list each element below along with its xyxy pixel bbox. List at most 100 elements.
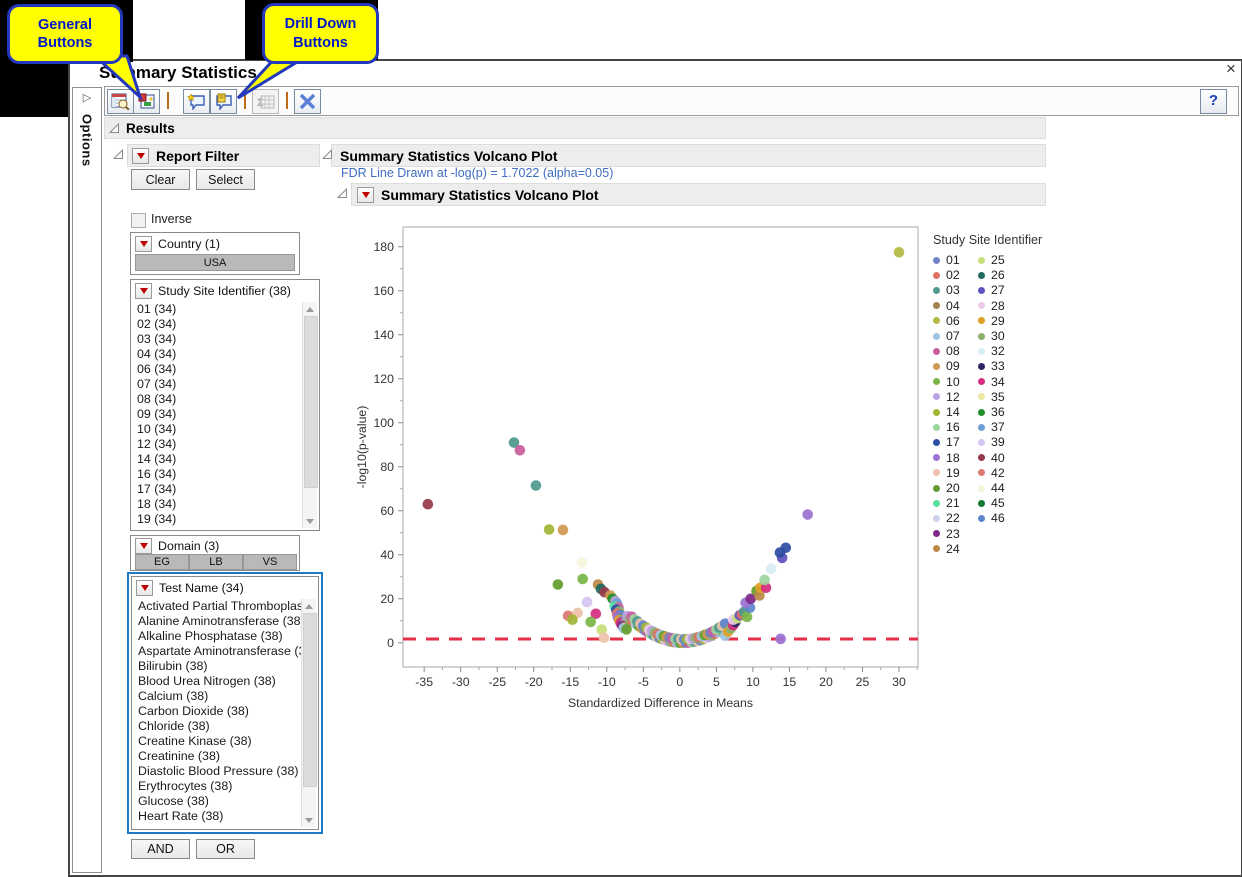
volcano-chart[interactable]: 020406080100120140160180-35-30-25-20-15-… <box>352 215 935 710</box>
volcano-inner-header[interactable]: Summary Statistics Volcano Plot <box>351 183 1046 206</box>
legend-item[interactable]: 18 <box>933 451 960 465</box>
legend-item[interactable]: 19 <box>933 466 960 480</box>
list-item[interactable]: 16 (34) <box>133 467 303 482</box>
data-point[interactable] <box>567 614 578 625</box>
legend-item[interactable]: 07 <box>933 329 960 343</box>
red-triangle-menu-icon[interactable] <box>357 187 374 203</box>
domain-lb-button[interactable]: LB <box>189 554 243 570</box>
legend-item[interactable]: 34 <box>978 375 1005 389</box>
list-item[interactable]: Aspartate Aminotransferase (38) <box>134 644 302 659</box>
or-button[interactable]: OR <box>196 839 255 859</box>
legend-item[interactable]: 16 <box>933 420 960 434</box>
list-item[interactable]: 02 (34) <box>133 317 303 332</box>
data-point[interactable] <box>423 499 434 510</box>
legend-item[interactable]: 27 <box>978 283 1005 297</box>
legend-item[interactable]: 23 <box>933 527 960 541</box>
scroll-up-icon[interactable] <box>302 599 316 613</box>
results-header[interactable]: Results <box>104 117 1046 139</box>
list-item[interactable]: Bilirubin (38) <box>134 659 302 674</box>
test-name-scrollbar[interactable] <box>301 599 316 827</box>
legend-item[interactable]: 37 <box>978 420 1005 434</box>
collapse-icon[interactable] <box>113 149 124 160</box>
list-item[interactable]: Creatinine (38) <box>134 749 302 764</box>
legend-item[interactable]: 06 <box>933 314 960 328</box>
legend-item[interactable]: 02 <box>933 268 960 282</box>
legend-item[interactable]: 42 <box>978 466 1005 480</box>
data-point[interactable] <box>775 634 786 645</box>
list-item[interactable]: 08 (34) <box>133 392 303 407</box>
legend-item[interactable]: 44 <box>978 481 1005 495</box>
legend-item[interactable]: 22 <box>933 511 960 525</box>
list-item[interactable]: Diastolic Blood Pressure (38) <box>134 764 302 779</box>
close-icon[interactable]: × <box>1221 59 1241 79</box>
data-point[interactable] <box>577 557 588 568</box>
data-point[interactable] <box>766 564 777 575</box>
scroll-up-icon[interactable] <box>303 302 317 316</box>
legend-item[interactable]: 04 <box>933 299 960 313</box>
data-point[interactable] <box>531 480 542 491</box>
domain-eg-button[interactable]: EG <box>135 554 189 570</box>
data-point[interactable] <box>780 542 791 553</box>
legend-item[interactable]: 01 <box>933 253 960 267</box>
legend-item[interactable]: 17 <box>933 435 960 449</box>
data-point[interactable] <box>553 579 564 590</box>
list-item[interactable]: 09 (34) <box>133 407 303 422</box>
list-item[interactable]: 12 (34) <box>133 437 303 452</box>
list-item[interactable]: Carbon Dioxide (38) <box>134 704 302 719</box>
scrollbar-thumb[interactable] <box>303 613 317 787</box>
clear-button[interactable]: Clear <box>131 169 190 190</box>
list-item[interactable]: Creatine Kinase (38) <box>134 734 302 749</box>
legend-item[interactable]: 30 <box>978 329 1005 343</box>
and-button[interactable]: AND <box>131 839 190 859</box>
list-item[interactable]: 03 (34) <box>133 332 303 347</box>
red-triangle-menu-icon[interactable] <box>132 148 149 164</box>
legend-item[interactable]: 35 <box>978 390 1005 404</box>
legend-item[interactable]: 24 <box>933 542 960 556</box>
inverse-checkbox[interactable] <box>131 213 146 228</box>
collapse-icon[interactable] <box>109 123 120 134</box>
data-point[interactable] <box>599 632 610 643</box>
data-point[interactable] <box>894 247 905 258</box>
volcano-outer-header[interactable]: Summary Statistics Volcano Plot <box>331 144 1046 167</box>
data-point[interactable] <box>585 617 596 628</box>
report-filter-header[interactable]: Report Filter <box>127 144 320 167</box>
legend-item[interactable]: 08 <box>933 344 960 358</box>
list-item[interactable]: Activated Partial Thromboplastin Time (3… <box>134 599 302 614</box>
red-triangle-menu-icon[interactable] <box>135 538 152 554</box>
legend-item[interactable]: 14 <box>933 405 960 419</box>
list-item[interactable]: Alkaline Phosphatase (38) <box>134 629 302 644</box>
country-value-button[interactable]: USA <box>135 254 295 271</box>
data-point[interactable] <box>742 612 753 623</box>
scroll-down-icon[interactable] <box>302 813 316 827</box>
data-point[interactable] <box>515 445 526 456</box>
collapse-icon[interactable] <box>322 149 333 160</box>
legend-item[interactable]: 33 <box>978 359 1005 373</box>
list-item[interactable]: Calcium (38) <box>134 689 302 704</box>
list-item[interactable]: 04 (34) <box>133 347 303 362</box>
list-item[interactable]: 18 (34) <box>133 497 303 512</box>
legend-item[interactable]: 40 <box>978 451 1005 465</box>
list-item[interactable]: 10 (34) <box>133 422 303 437</box>
legend-item[interactable]: 28 <box>978 299 1005 313</box>
legend-item[interactable]: 25 <box>978 253 1005 267</box>
legend-item[interactable]: 09 <box>933 359 960 373</box>
study-site-scrollbar[interactable] <box>302 302 317 528</box>
data-point[interactable] <box>582 597 593 608</box>
list-item[interactable]: 14 (34) <box>133 452 303 467</box>
list-item[interactable]: 06 (34) <box>133 362 303 377</box>
list-item[interactable]: 01 (34) <box>133 302 303 317</box>
scroll-down-icon[interactable] <box>303 514 317 528</box>
list-item[interactable]: Heart Rate (38) <box>134 809 302 824</box>
domain-vs-button[interactable]: VS <box>243 554 297 570</box>
legend-item[interactable]: 03 <box>933 283 960 297</box>
red-triangle-menu-icon[interactable] <box>135 283 152 299</box>
legend-item[interactable]: 46 <box>978 511 1005 525</box>
list-item[interactable]: 07 (34) <box>133 377 303 392</box>
list-item[interactable]: 19 (34) <box>133 512 303 527</box>
list-item[interactable]: Chloride (38) <box>134 719 302 734</box>
legend-item[interactable]: 45 <box>978 496 1005 510</box>
legend-item[interactable]: 26 <box>978 268 1005 282</box>
help-button[interactable]: ? <box>1200 89 1227 114</box>
collapse-icon[interactable] <box>337 188 348 199</box>
list-item[interactable]: Blood Urea Nitrogen (38) <box>134 674 302 689</box>
